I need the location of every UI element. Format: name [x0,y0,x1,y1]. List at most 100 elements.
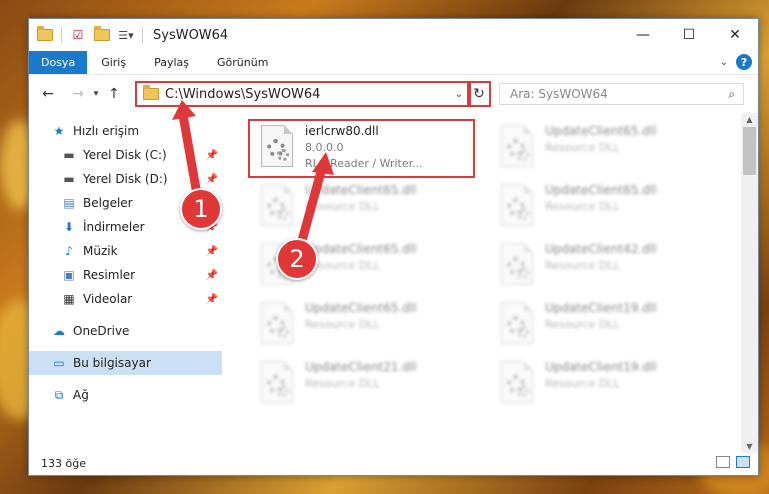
separator [61,27,62,43]
music-icon: ♪ [65,244,73,258]
file-description: Resource DLL [545,200,620,213]
file-item[interactable]: UpdateClient65.dll Resource DLL [249,180,475,238]
pin-icon: 📌 [205,173,218,185]
expand-ribbon-icon[interactable]: ⌄ [720,57,728,68]
forward-button[interactable]: → [67,86,89,102]
file-description: Resource DLL [545,141,620,154]
file-name: UpdateClient19.dll [545,301,657,315]
maximize-button[interactable]: ☐ [666,19,712,51]
sidebar-item-videos[interactable]: ▦ Videolar 📌 [29,287,222,311]
window-title: SysWOW64 [153,27,229,43]
tab-view[interactable]: Görünüm [203,51,282,74]
new-folder-icon[interactable] [94,26,110,43]
explorer-window: ☑ ☰▾ SysWOW64 — ☐ ✕ Dosya Giriş Paylaş G… [28,18,759,476]
sidebar-item-label: Yerel Disk (C:) [83,148,167,162]
navigation-bar: ← → ▾ ↑ C:\Windows\SysWOW64 ⌄ ↻ Ara: Sys… [29,75,758,113]
vertical-scrollbar[interactable]: ▲ ▼ [741,113,758,453]
computer-icon: ▭ [53,356,65,370]
sidebar-item-network[interactable]: ⧉ Ağ [29,383,222,407]
folder-icon [143,85,159,100]
dll-file-icon [257,184,297,232]
tiles-view-icon[interactable] [736,456,750,468]
dll-file-icon [257,361,297,409]
tab-share[interactable]: Paylaş [140,51,203,74]
file-description: Resource DLL [545,377,620,390]
title-bar: ☑ ☰▾ SysWOW64 — ☐ ✕ [29,19,758,51]
sidebar-item-label: İndirmeler [83,220,145,234]
file-item[interactable]: UpdateClient65.dll Resource DLL [489,121,715,179]
dll-file-icon [497,125,537,173]
dll-file-icon [257,302,297,350]
navigation-pane: ★ Hızlı erişim ▬ Yerel Disk (C:) 📌 ▬ Yer… [29,113,222,453]
dll-file-icon [497,243,537,291]
sidebar-item-pictures[interactable]: ▣ Resimler 📌 [29,263,222,287]
dll-file-icon [497,184,537,232]
file-description: Resource DLL [305,259,380,272]
pin-icon: 📌 [205,293,218,305]
sidebar-item-disk-d[interactable]: ▬ Yerel Disk (D:) 📌 [29,167,222,191]
details-view-icon[interactable] [716,456,730,468]
file-name: UpdateClient19.dll [545,360,657,374]
tab-home[interactable]: Giriş [87,51,140,74]
status-bar: 133 öğe [29,451,758,475]
address-path: C:\Windows\SysWOW64 [165,86,321,102]
scroll-down-icon[interactable]: ▼ [741,442,758,451]
file-item[interactable]: UpdateClient65.dll Resource DLL [249,298,475,356]
refresh-button[interactable]: ↻ [467,81,491,107]
item-count: 133 öğe [41,456,86,470]
file-item[interactable]: UpdateClient65.dll Resource DLL [489,180,715,238]
search-placeholder: Ara: SysWOW64 [510,87,608,101]
address-bar[interactable]: C:\Windows\SysWOW64 ⌄ [135,81,471,107]
drive-icon: ▬ [63,148,75,162]
search-input[interactable]: Ara: SysWOW64 ⌕ [499,83,744,105]
cloud-icon: ☁ [53,324,65,338]
scroll-thumb[interactable] [743,127,756,175]
annotation-badge-2: 2 [276,238,318,280]
file-item[interactable]: UpdateClient42.dll Resource DLL [489,239,715,297]
file-name: UpdateClient65.dll [305,183,417,197]
help-icon[interactable]: ? [736,54,752,70]
file-name: UpdateClient65.dll [545,124,657,138]
documents-icon: ▤ [63,196,75,210]
search-icon: ⌕ [728,87,735,101]
chevron-down-icon[interactable]: ⌄ [455,89,463,100]
videos-icon: ▦ [63,292,75,306]
file-item[interactable]: UpdateClient19.dll Resource DLL [489,298,715,356]
recent-locations-icon[interactable]: ▾ [89,89,103,99]
close-button[interactable]: ✕ [712,19,758,51]
file-item[interactable]: UpdateClient19.dll Resource DLL [489,357,715,415]
separator [142,27,143,43]
sidebar-item-label: OneDrive [73,324,130,338]
pin-icon: 📌 [205,269,218,281]
sidebar-item-disk-c[interactable]: ▬ Yerel Disk (C:) 📌 [29,143,222,167]
window-controls: — ☐ ✕ [620,19,758,51]
scroll-up-icon[interactable]: ▲ [741,115,758,124]
dll-file-icon [497,302,537,350]
pin-icon: 📌 [205,149,218,161]
file-description: Resource DLL [305,377,380,390]
dll-file-icon [497,361,537,409]
sidebar-item-this-pc[interactable]: ▭ Bu bilgisayar [29,351,222,375]
folder-icon [37,26,53,43]
drive-icon: ▬ [63,172,75,186]
sidebar-item-label: Hızlı erişim [73,124,140,138]
file-name: UpdateClient65.dll [545,183,657,197]
file-description: Resource DLL [305,200,380,213]
sidebar-item-label: Videolar [83,292,133,306]
sidebar-item-onedrive[interactable]: ☁ OneDrive [29,319,222,343]
annotation-badge-1: 1 [180,188,222,230]
sidebar-item-label: Müzik [83,244,118,258]
customize-toolbar-icon[interactable]: ☰▾ [118,27,134,43]
properties-icon[interactable]: ☑ [70,27,86,43]
pin-icon: 📌 [205,245,218,257]
file-item[interactable]: UpdateClient21.dll Resource DLL [249,357,475,415]
pictures-icon: ▣ [63,268,75,282]
tab-file[interactable]: Dosya [29,51,88,74]
minimize-button[interactable]: — [620,19,666,51]
file-name: UpdateClient21.dll [305,360,417,374]
sidebar-item-music[interactable]: ♪ Müzik 📌 [29,239,222,263]
back-button[interactable]: ← [37,86,59,102]
up-button[interactable]: ↑ [103,86,125,102]
file-description: Resource DLL [305,318,380,331]
sidebar-item-quick-access[interactable]: ★ Hızlı erişim [29,119,222,143]
